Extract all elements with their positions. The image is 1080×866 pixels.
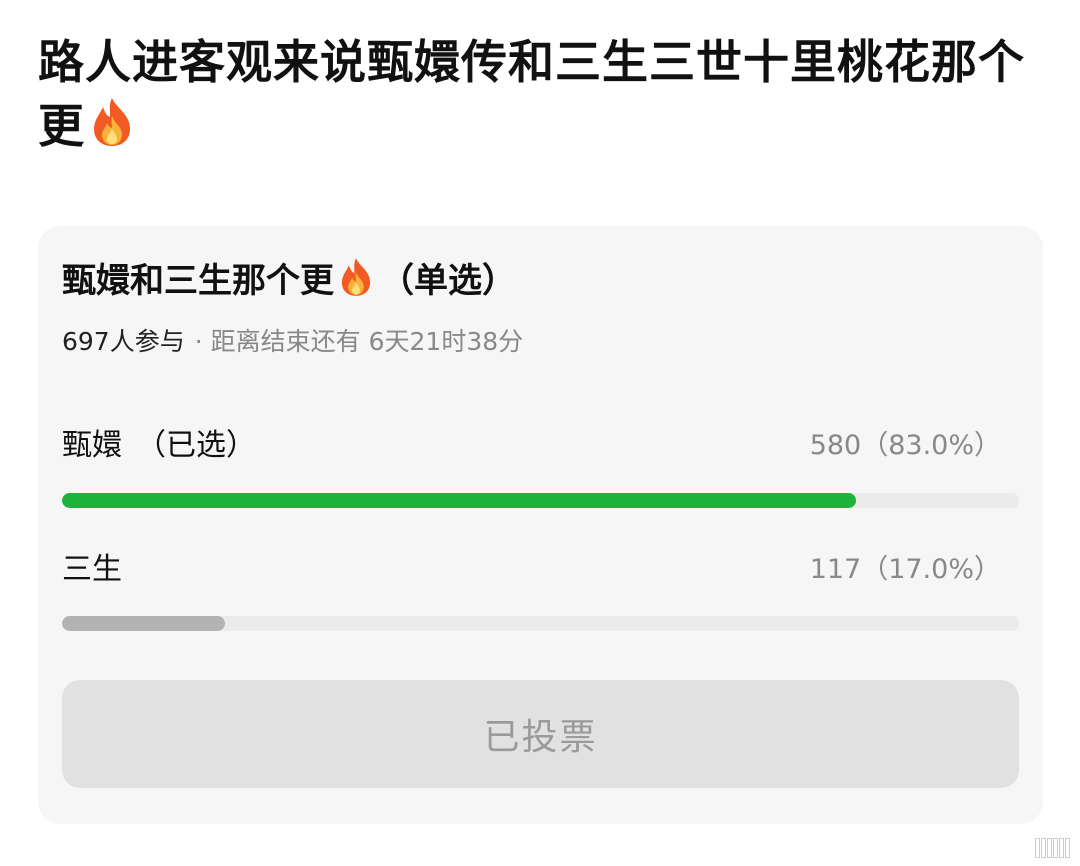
- option-name: 甄嬛: [62, 428, 122, 463]
- time-remaining: 距离结束还有 6天21时38分: [210, 327, 524, 356]
- option-label: 甄嬛 （已选）: [62, 424, 256, 468]
- poll-title-text: 甄嬛和三生那个更: [62, 261, 334, 301]
- result-bar-fill: [62, 493, 857, 508]
- result-bar-track: [62, 616, 1019, 631]
- option-name: 三生: [62, 552, 122, 587]
- selected-tag: （已选）: [136, 428, 256, 463]
- image-frames-icon: [1035, 838, 1070, 858]
- result-bar-fill: [62, 616, 225, 631]
- poll-option-zhenhuan[interactable]: 甄嬛 （已选） 580（83.0%）: [62, 424, 1019, 468]
- poll-title: 甄嬛和三生那个更 （单选）: [62, 256, 516, 304]
- participant-count: 697人参与: [62, 327, 185, 356]
- meta-separator: ·: [194, 327, 203, 356]
- result-bar-track: [62, 493, 1019, 508]
- voted-button[interactable]: 已投票: [62, 680, 1019, 788]
- weibo-poll-post: 路人进客观来说甄嬛传和三生三世十里桃花那个更 甄嬛和三生那个更 （单选） 697…: [0, 0, 1080, 866]
- option-result: 580（83.0%）: [809, 430, 1001, 461]
- poll-meta: 697人参与 · 距离结束还有 6天21时38分: [62, 324, 523, 360]
- option-label: 三生: [62, 548, 122, 592]
- post-title: 路人进客观来说甄嬛传和三生三世十里桃花那个更: [38, 30, 1048, 158]
- fire-icon: [89, 96, 135, 148]
- option-result: 117（17.0%）: [809, 554, 1001, 585]
- poll-card: 甄嬛和三生那个更 （单选） 697人参与 · 距离结束还有 6天21时38分 甄嬛 （…: [38, 226, 1043, 824]
- post-title-text: 路人进客观来说甄嬛传和三生三世十里桃花那个更: [38, 35, 1025, 153]
- poll-option-sansheng[interactable]: 三生 117（17.0%）: [62, 548, 1019, 592]
- fire-icon: [338, 256, 374, 298]
- poll-type-label: （单选）: [380, 261, 516, 301]
